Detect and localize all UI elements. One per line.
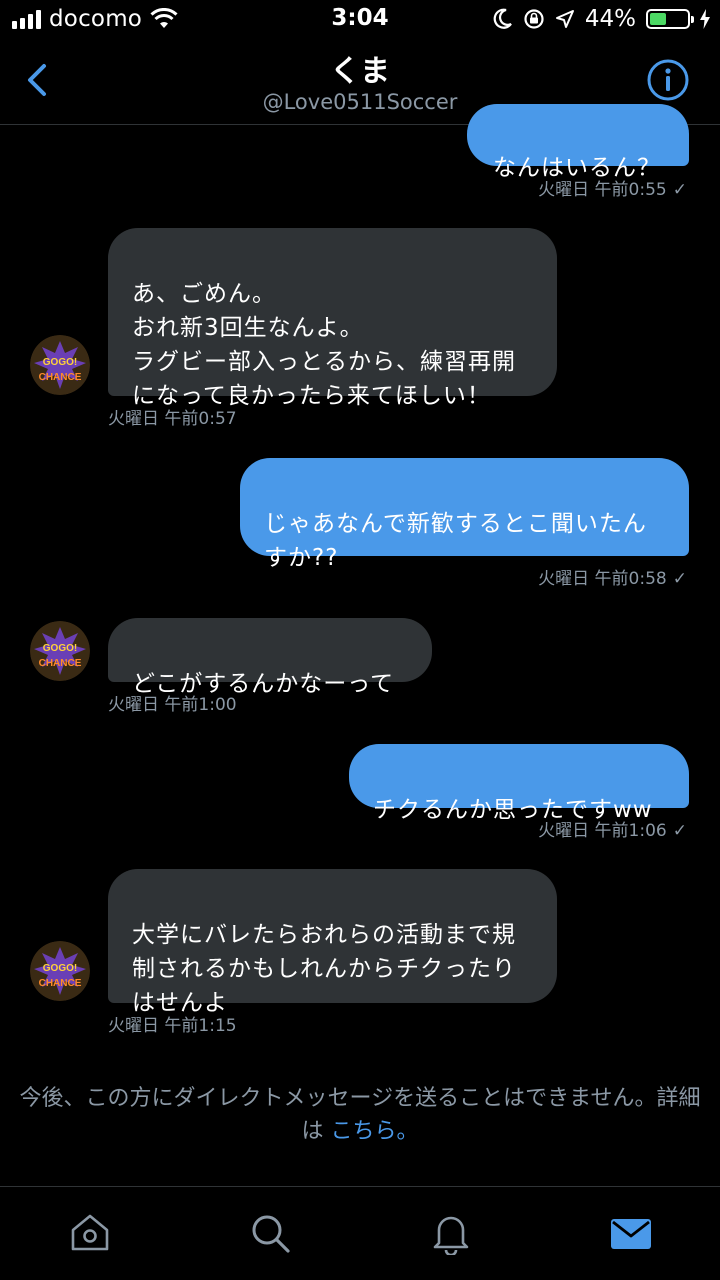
message-bubble-sent[interactable]: チクるんか思ったですww: [349, 744, 689, 823]
avatar-text-top: GOGO!: [43, 357, 77, 368]
avatar-text-top: GOGO!: [43, 643, 77, 654]
battery-percent: 44%: [584, 6, 636, 32]
notifications-icon[interactable]: [429, 1211, 473, 1255]
message-text: あ、ごめん。 おれ新3回生なんよ。 ラグビー部入っとるから、練習再開 になって良…: [132, 281, 516, 409]
message-timestamp: 火曜日 午前1:06 ✓: [538, 821, 687, 841]
message-timestamp: 火曜日 午前1:15: [108, 1016, 237, 1036]
avatar-image: GOGO! CHANCE: [30, 335, 90, 395]
message-bubble-received[interactable]: あ、ごめん。 おれ新3回生なんよ。 ラグビー部入っとるから、練習再開 になって良…: [108, 228, 557, 409]
conversation-title[interactable]: くま: [0, 46, 720, 90]
location-icon: [555, 10, 574, 28]
read-check-icon: ✓: [672, 569, 687, 589]
avatar[interactable]: GOGO! CHANCE: [30, 941, 90, 1001]
avatar-image: GOGO! CHANCE: [30, 621, 90, 681]
dm-restricted-notice: 今後、この方にダイレクトメッセージを送ることはできません。詳細は こちら。: [16, 1082, 704, 1148]
message-text: じゃあなんで新歓するとこ聞いたん すか??: [264, 511, 647, 571]
status-bar: docomo 3:04 44%: [0, 0, 720, 40]
message-timestamp: 火曜日 午前0:55 ✓: [538, 180, 687, 200]
rotation-lock-icon: [524, 9, 544, 29]
avatar[interactable]: GOGO! CHANCE: [30, 335, 90, 395]
moon-icon: [493, 8, 512, 29]
info-button[interactable]: [646, 58, 690, 102]
avatar-text-bottom: CHANCE: [39, 658, 82, 669]
read-check-icon: ✓: [672, 821, 687, 841]
battery-level: [650, 13, 666, 25]
message-bubble-received[interactable]: 大学にバレたらおれらの活動まで規 制されるかもしれんからチクったり はせんよ: [108, 869, 557, 1016]
message-bubble-received[interactable]: どこがするんかなーって: [108, 618, 432, 697]
message-timestamp: 火曜日 午前0:58 ✓: [538, 569, 687, 589]
message-bubble-sent[interactable]: なんはいるん？: [467, 104, 689, 181]
avatar[interactable]: GOGO! CHANCE: [30, 621, 90, 681]
battery-icon: [646, 9, 694, 29]
tab-bar: [0, 1186, 720, 1280]
avatar-text-bottom: CHANCE: [39, 978, 82, 989]
messages-icon[interactable]: [609, 1211, 653, 1255]
read-check-icon: ✓: [672, 180, 687, 200]
message-bubble-sent[interactable]: じゃあなんで新歓するとこ聞いたん すか??: [240, 458, 689, 571]
avatar-image: GOGO! CHANCE: [30, 941, 90, 1001]
message-text: 大学にバレたらおれらの活動まで規 制されるかもしれんからチクったり はせんよ: [132, 922, 516, 1016]
message-timestamp: 火曜日 午前0:57: [108, 409, 237, 429]
charging-icon: [700, 9, 710, 29]
search-icon[interactable]: [248, 1211, 292, 1255]
message-timestamp: 火曜日 午前1:00: [108, 695, 237, 715]
dm-conversation-screen: docomo 3:04 44% くま @Love0511Soccer なんはいる…: [0, 0, 720, 1280]
details-link[interactable]: こちら。: [331, 1119, 419, 1144]
status-right: 44%: [493, 6, 710, 32]
home-icon[interactable]: [68, 1211, 112, 1255]
avatar-text-top: GOGO!: [43, 963, 77, 974]
avatar-text-bottom: CHANCE: [39, 372, 82, 383]
